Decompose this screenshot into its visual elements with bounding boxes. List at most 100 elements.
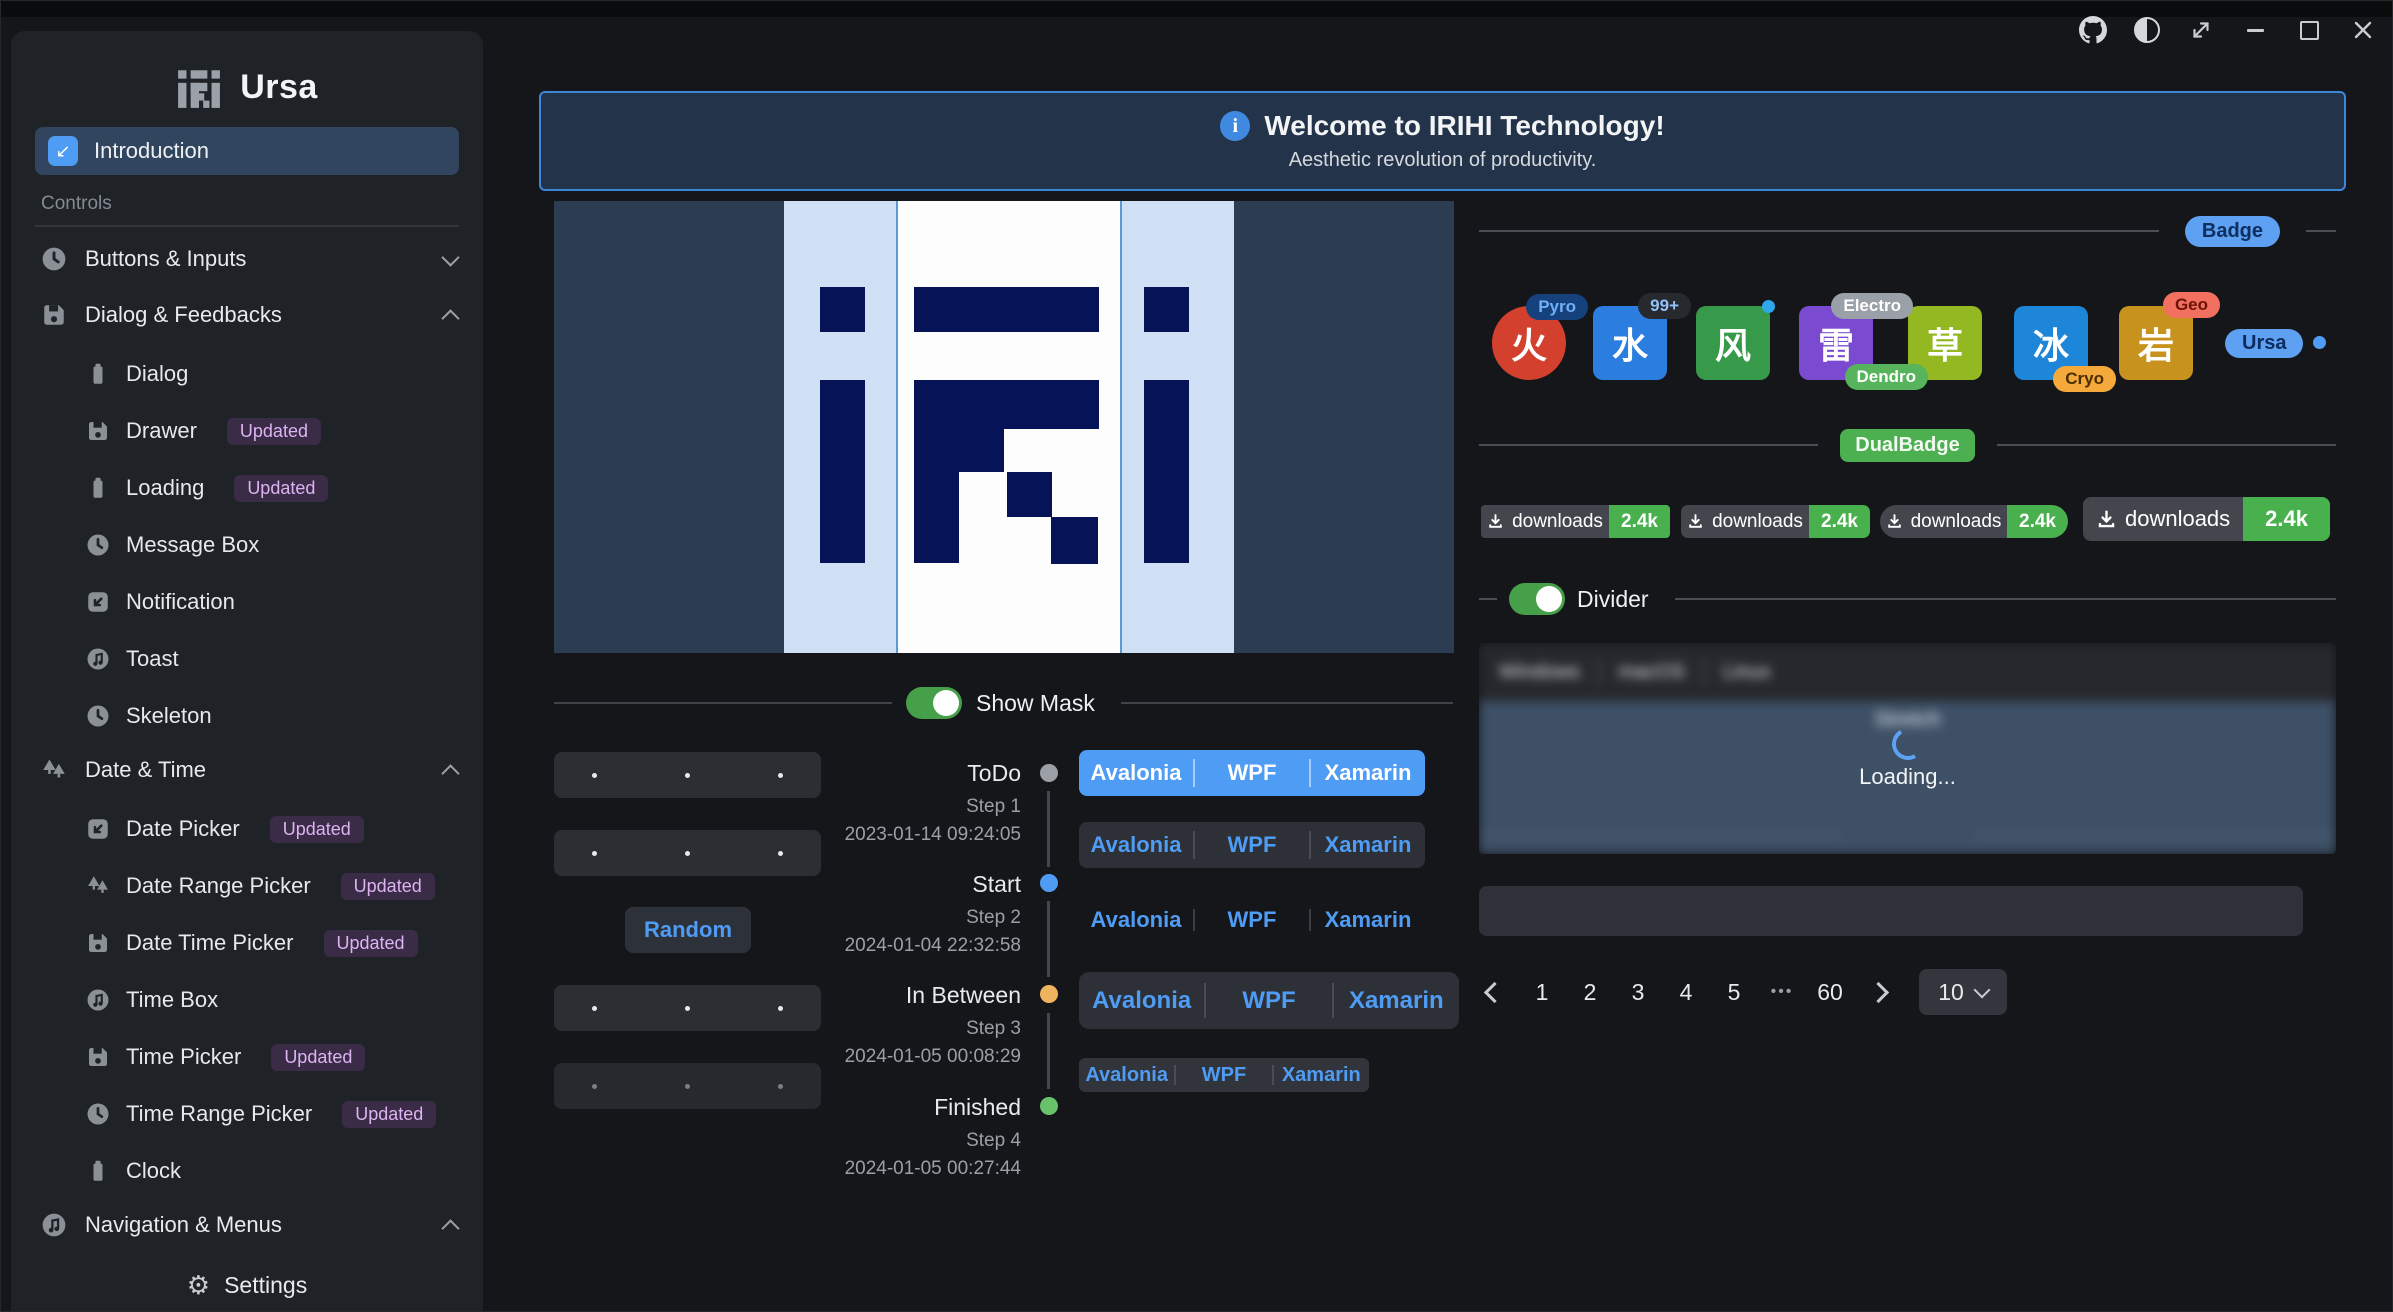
sidebar-item-date-picker[interactable]: Date Picker Updated xyxy=(11,807,483,851)
section-divider xyxy=(35,225,459,227)
xamarin-button[interactable]: Xamarin xyxy=(1311,822,1425,868)
timeline-rail xyxy=(1047,1013,1050,1089)
random-button[interactable]: Random xyxy=(625,907,751,953)
loading-text: Loading... xyxy=(1859,764,1956,790)
sidebar-item-time-picker[interactable]: Time Picker Updated xyxy=(11,1035,483,1079)
show-mask-label: Show Mask xyxy=(976,690,1095,717)
divider-toggle[interactable] xyxy=(1509,583,1565,615)
tile-anemo: 风 xyxy=(1696,306,1770,380)
chevron-up-icon xyxy=(441,309,459,327)
wpf-button[interactable]: WPF xyxy=(1195,902,1309,938)
download-icon xyxy=(1487,513,1504,530)
prev-page-button[interactable] xyxy=(1479,969,1509,1015)
avalonia-button[interactable]: Avalonia xyxy=(1079,822,1193,868)
sidebar-group-buttons-inputs[interactable]: Buttons & Inputs xyxy=(11,235,483,283)
divider-demo-row: Divider xyxy=(1479,579,2336,619)
welcome-banner: i Welcome to IRIHI Technology! Aesthetic… xyxy=(539,91,2346,191)
masked-input-3[interactable] xyxy=(554,985,821,1031)
sidebar-item-toast[interactable]: Toast xyxy=(11,637,483,681)
page-5-button[interactable]: 5 xyxy=(1719,969,1749,1015)
item-label: Message Box xyxy=(126,532,259,558)
wpf-button[interactable]: WPF xyxy=(1176,1058,1271,1092)
timeline-dot-start xyxy=(1040,874,1058,892)
sidebar-group-dialog-feedbacks[interactable]: Dialog & Feedbacks xyxy=(11,291,483,339)
avalonia-button[interactable]: Avalonia xyxy=(1079,750,1193,796)
clock-icon xyxy=(86,533,110,557)
wpf-button[interactable]: WPF xyxy=(1206,972,1331,1029)
page-4-button[interactable]: 4 xyxy=(1671,969,1701,1015)
sidebar-item-time-box[interactable]: Time Box xyxy=(11,978,483,1022)
battery-icon xyxy=(86,1159,110,1183)
minimize-icon[interactable] xyxy=(2240,15,2270,45)
loading-overlay: Loading... xyxy=(1479,643,2336,854)
downloads-badge-2: downloads 2.4k xyxy=(1681,505,1870,538)
xamarin-button[interactable]: Xamarin xyxy=(1311,750,1425,796)
sidebar-item-message-box[interactable]: Message Box xyxy=(11,523,483,567)
masked-input-4-disabled xyxy=(554,1063,821,1109)
page-2-button[interactable]: 2 xyxy=(1575,969,1605,1015)
xamarin-button[interactable]: Xamarin xyxy=(1334,972,1459,1029)
banner-title: Welcome to IRIHI Technology! xyxy=(1264,110,1664,142)
sidebar: Ursa ↙ Introduction Controls Buttons & I… xyxy=(11,31,483,1312)
timeline-entry: ToDo Step 1 2023-01-14 09:24:05 xyxy=(831,759,1021,848)
tile-char: 雷 xyxy=(1818,317,1854,369)
masked-input-2[interactable] xyxy=(554,830,821,876)
sidebar-group-date-time[interactable]: Date & Time xyxy=(11,746,483,794)
expand-icon[interactable] xyxy=(2186,15,2216,45)
theme-toggle-icon[interactable] xyxy=(2132,15,2162,45)
sidebar-item-notification[interactable]: Notification xyxy=(11,580,483,624)
chevron-left-icon xyxy=(1483,981,1504,1002)
maximize-icon[interactable] xyxy=(2294,15,2324,45)
masked-input-1[interactable] xyxy=(554,752,821,798)
window-controls xyxy=(2078,15,2378,45)
next-page-button[interactable] xyxy=(1863,969,1893,1015)
floppy-icon xyxy=(86,419,110,443)
floppy-icon xyxy=(86,931,110,955)
spinner-icon xyxy=(1888,724,1927,763)
music-note-icon xyxy=(41,1212,67,1238)
timeline-time: 2024-01-04 22:32:58 xyxy=(831,932,1021,959)
wpf-button[interactable]: WPF xyxy=(1195,750,1309,796)
tile-char: 火 xyxy=(1511,317,1547,369)
xamarin-button[interactable]: Xamarin xyxy=(1274,1058,1369,1092)
page-3-button[interactable]: 3 xyxy=(1623,969,1653,1015)
page-1-button[interactable]: 1 xyxy=(1527,969,1557,1015)
badge-divider: Badge xyxy=(1479,215,2336,247)
electro-badge: Electro xyxy=(1831,293,1913,319)
text-input[interactable] xyxy=(1479,886,2303,936)
dot-badge xyxy=(2313,336,2326,349)
avalonia-button[interactable]: Avalonia xyxy=(1079,902,1193,938)
close-icon[interactable] xyxy=(2348,15,2378,45)
sidebar-item-introduction[interactable]: ↙ Introduction xyxy=(35,127,459,175)
banner-subtitle: Aesthetic revolution of productivity. xyxy=(1289,149,1597,172)
sidebar-item-date-range-picker[interactable]: Date Range Picker Updated xyxy=(11,864,483,908)
settings-button[interactable]: ⚙ Settings xyxy=(11,1257,483,1312)
item-label: Date Time Picker xyxy=(126,930,294,956)
ursa-pill-badge: Ursa xyxy=(2225,329,2303,358)
show-mask-toggle[interactable] xyxy=(906,687,962,719)
sidebar-item-drawer[interactable]: Drawer Updated xyxy=(11,409,483,453)
sidebar-group-navigation-menus[interactable]: Navigation & Menus xyxy=(11,1201,483,1249)
clock-icon xyxy=(86,704,110,728)
timeline-title: Finished xyxy=(831,1093,1021,1121)
item-label: Skeleton xyxy=(126,703,212,729)
sidebar-item-time-range-picker[interactable]: Time Range Picker Updated xyxy=(11,1092,483,1136)
timeline-step: Step 2 xyxy=(831,903,1021,932)
sidebar-item-clock[interactable]: Clock xyxy=(11,1149,483,1193)
avalonia-button[interactable]: Avalonia xyxy=(1079,972,1204,1029)
downloads-badge-1: downloads 2.4k xyxy=(1481,505,1670,538)
sidebar-item-label: Introduction xyxy=(94,138,209,164)
xamarin-button[interactable]: Xamarin xyxy=(1311,902,1425,938)
sidebar-item-loading[interactable]: Loading Updated xyxy=(11,466,483,510)
loading-demo-card: Windows macOS Linux Stretch Loading... xyxy=(1479,643,2336,854)
last-page-button[interactable]: 60 xyxy=(1815,969,1845,1015)
github-icon[interactable] xyxy=(2078,15,2108,45)
info-icon: i xyxy=(1220,111,1250,141)
sidebar-item-dialog[interactable]: Dialog xyxy=(11,352,483,396)
wpf-button[interactable]: WPF xyxy=(1195,822,1309,868)
page-size-dropdown[interactable]: 10 xyxy=(1919,969,2007,1015)
sidebar-item-skeleton[interactable]: Skeleton xyxy=(11,694,483,738)
avalonia-button[interactable]: Avalonia xyxy=(1079,1058,1174,1092)
sidebar-item-date-time-picker[interactable]: Date Time Picker Updated xyxy=(11,921,483,965)
timeline-time: 2023-01-14 09:24:05 xyxy=(831,821,1021,848)
